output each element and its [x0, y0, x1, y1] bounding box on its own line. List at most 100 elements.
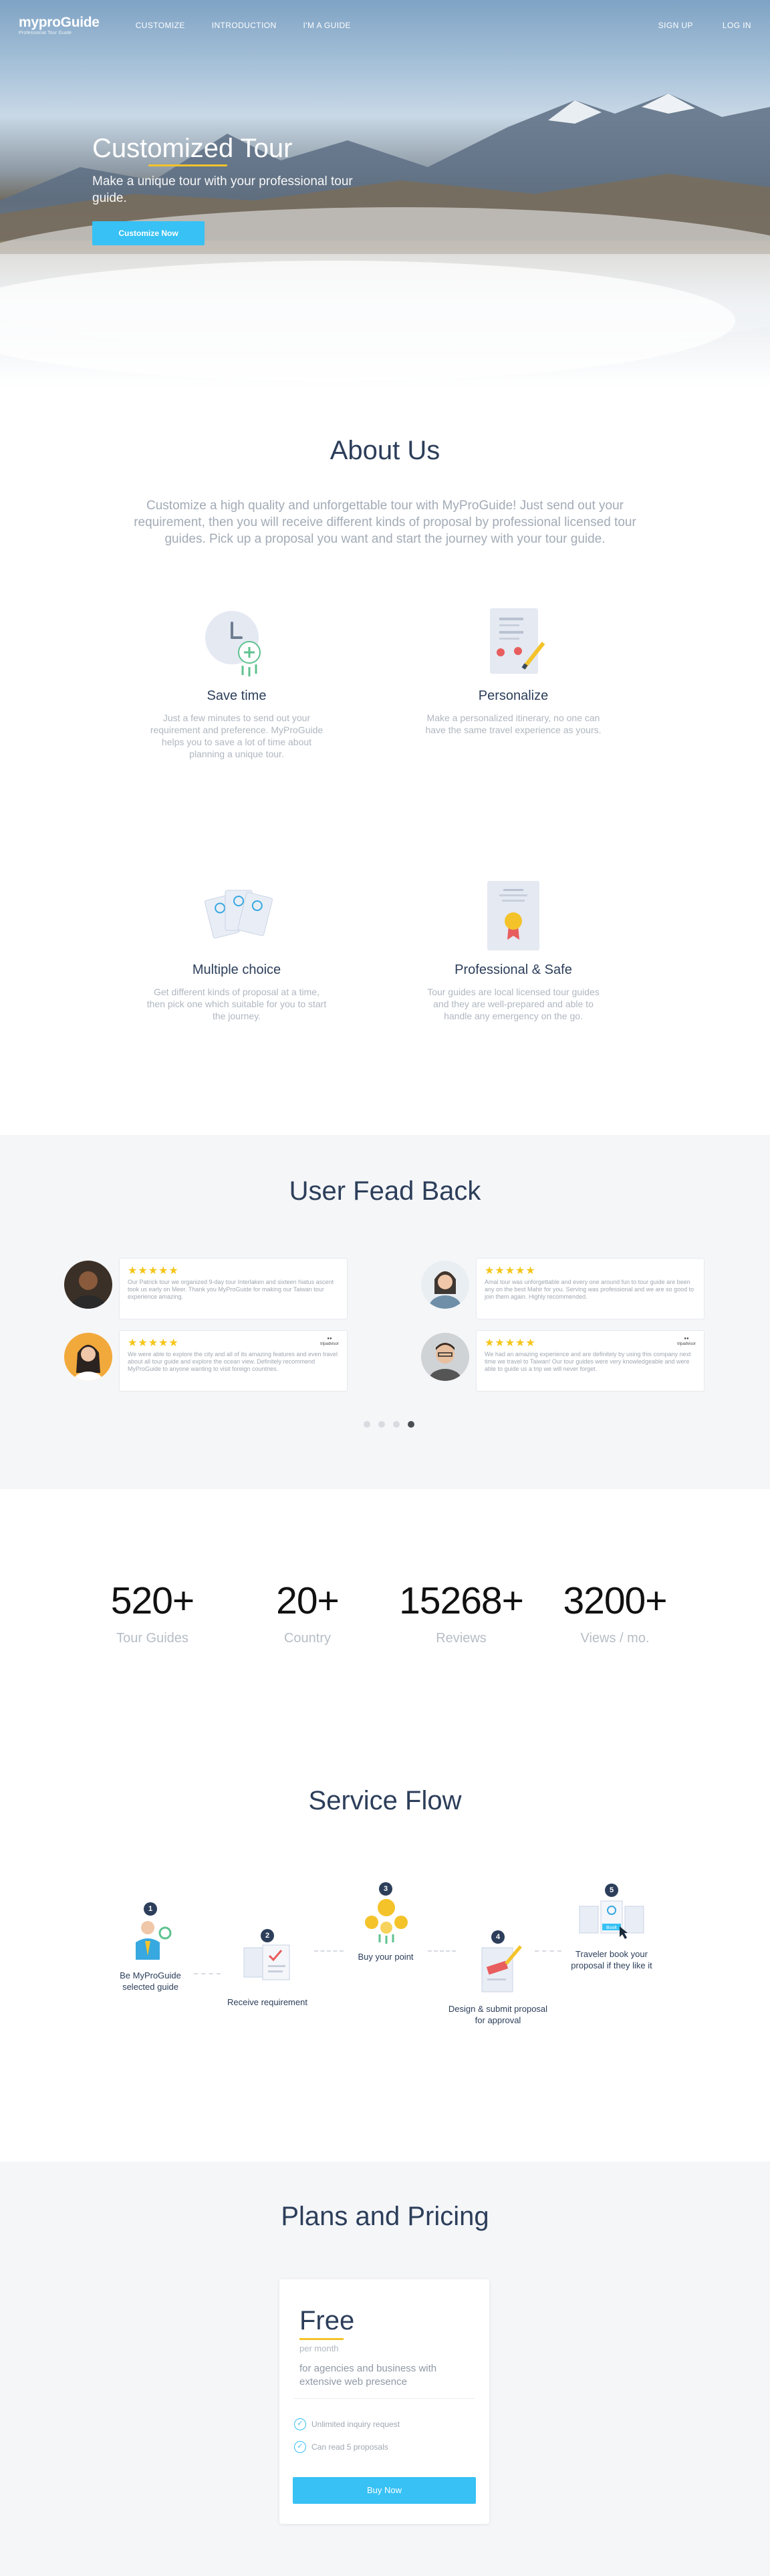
flow-step-1: 1 Be MyProGuide selected guide	[107, 1902, 194, 1992]
review-text: We were able to explore the city and all…	[128, 1351, 338, 1372]
design-submit-icon	[481, 1945, 522, 1992]
plan-period: per month	[299, 2343, 339, 2353]
feature-text: Get different kinds of proposal at a tim…	[146, 987, 327, 1021]
top-nav: myproGuide Professional Tour Guide CUSTO…	[0, 0, 770, 51]
about-description: Customize a high quality and unforgettab…	[134, 499, 636, 546]
buy-now-button[interactable]: Buy Now	[293, 2477, 476, 2504]
plan-description: for agencies and business with extensive…	[299, 2363, 437, 2388]
carousel-pagination	[364, 1421, 414, 1428]
stat-reviews: 15268+ Reviews	[388, 1579, 535, 1646]
about-title: About Us	[330, 436, 440, 465]
logo-text: myproGuide	[19, 15, 100, 30]
plan-feature: ✓ Can read 5 proposals	[294, 2441, 388, 2453]
review-text: Amal tour was unforgettable and every on…	[485, 1279, 694, 1300]
stat-value: 20+	[276, 1579, 340, 1622]
plan-card-free: Free per month for agencies and business…	[279, 2279, 489, 2524]
check-icon: ✓	[294, 2418, 306, 2430]
avatar	[421, 1261, 469, 1309]
certificate-icon	[477, 878, 550, 952]
brand-logo[interactable]: myproGuide Professional Tour Guide	[19, 15, 100, 35]
stat-value: 3200+	[563, 1579, 667, 1622]
service-flow-title: Service Flow	[308, 1786, 462, 1815]
carousel-dot-active[interactable]	[408, 1421, 414, 1428]
nav-link-guide[interactable]: I'M A GUIDE	[303, 21, 351, 30]
stat-label: Tour Guides	[116, 1631, 188, 1646]
review-card: ★★★★★ ●● tripadvisor We had an amazing ex…	[476, 1330, 704, 1392]
flow-step-3: 3 Buy your point	[344, 1882, 428, 1962]
feature-title: Personalize	[478, 688, 549, 703]
nav-link-customize[interactable]: CUSTOMIZE	[136, 21, 185, 30]
pricing-title: Plans and Pricing	[281, 2202, 489, 2231]
flow-connector	[194, 1973, 221, 1974]
rating-stars-icon: ★★★★★	[128, 1265, 179, 1277]
carousel-dot[interactable]	[378, 1421, 385, 1428]
auth-links: SIGN UP LOG IN	[658, 21, 751, 30]
step-label: Traveler book your proposal if they like…	[571, 1949, 652, 1970]
sign-up-link[interactable]: SIGN UP	[658, 21, 693, 30]
rating-stars-icon: ★★★★★	[128, 1337, 179, 1349]
clock-icon	[200, 604, 273, 678]
review-text: We had an amazing experience and are def…	[485, 1351, 691, 1372]
stat-tour-guides: 520+ Tour Guides	[79, 1579, 226, 1646]
tripadvisor-label: tripadvisor	[677, 1342, 696, 1346]
step-label: Receive requirement	[227, 1997, 307, 2007]
title-underline	[148, 164, 227, 166]
review-card: ★★★★★ Amal tour was unforgettable and ev…	[476, 1258, 704, 1319]
proposals-icon	[200, 878, 273, 952]
nav-link-introduction[interactable]: INTRODUCTION	[212, 21, 277, 30]
feature-personalize: Personalize Make a personalized itinerar…	[413, 604, 614, 736]
hero-banner: myproGuide Professional Tour Guide CUSTO…	[0, 0, 770, 388]
feedback-title: User Fead Back	[289, 1176, 481, 1206]
review-card: ★★★★★ Our Patrick tour we organized 9-da…	[119, 1258, 348, 1319]
review-card: ★★★★★ ●● tripadvisor We were able to expl…	[119, 1330, 348, 1392]
avatar	[64, 1333, 112, 1381]
stat-label: Reviews	[436, 1631, 487, 1646]
feature-professional-safe: Professional & Safe Tour guides are loca…	[413, 878, 614, 1022]
plan-feature-text: Unlimited inquiry request	[311, 2420, 400, 2429]
coins-icon	[365, 1899, 408, 1944]
map-itinerary-icon	[477, 604, 550, 678]
rating-stars-icon: ★★★★★	[485, 1265, 536, 1277]
logo-tagline: Professional Tour Guide	[19, 31, 72, 35]
feature-text: Tour guides are local licensed tour guid…	[427, 987, 600, 1021]
nav-links: CUSTOMIZE INTRODUCTION I'M A GUIDE	[136, 21, 351, 30]
feedback-section: User Fead Back ★★★★★ Our Patrick tour we…	[0, 1135, 770, 1489]
step-number: 1	[144, 1902, 157, 1916]
tripadvisor-logo-icon: ●● tripadvisor	[677, 1337, 696, 1346]
feature-title: Professional & Safe	[455, 962, 572, 977]
stat-views: 3200+ Views / mo.	[541, 1579, 688, 1646]
step-label: Design & submit proposal for approval	[448, 2004, 548, 2025]
customize-now-button[interactable]: Customize Now	[92, 221, 205, 245]
flow-connector	[314, 1950, 344, 1952]
step-number: 2	[261, 1929, 274, 1942]
check-icon: ✓	[294, 2441, 306, 2453]
flow-step-4: 4 Design & submit proposal for approval	[448, 1930, 548, 2026]
hero-title-text: Customized Tour	[92, 134, 293, 163]
stat-value: 15268+	[399, 1579, 524, 1622]
step-label: Buy your point	[358, 1952, 414, 1962]
log-in-link[interactable]: LOG IN	[723, 21, 751, 30]
feature-save-time: Save time Just a few minutes to send out…	[136, 604, 337, 760]
tripadvisor-logo-icon: ●● tripadvisor	[320, 1337, 339, 1346]
avatar	[64, 1261, 112, 1309]
step-number: 3	[379, 1882, 392, 1896]
requirement-document-icon	[243, 1944, 290, 1980]
feature-text: Just a few minutes to send out your requ…	[150, 713, 324, 759]
guide-person-icon	[136, 1921, 172, 1960]
book-proposal-icon: Book	[579, 1900, 644, 1939]
hero-title: Customized Tour	[92, 134, 293, 166]
feature-title: Multiple choice	[192, 962, 281, 977]
page: myproGuide Professional Tour Guide CUSTO…	[0, 0, 770, 2576]
stat-country: 20+ Country	[234, 1579, 381, 1646]
plan-name: Free	[299, 2306, 355, 2335]
avatar	[421, 1333, 469, 1381]
carousel-dot[interactable]	[393, 1421, 400, 1428]
hero-content: Customized Tour Make a unique tour with …	[92, 134, 373, 245]
stat-label: Views / mo.	[580, 1631, 650, 1646]
carousel-dot[interactable]	[364, 1421, 370, 1428]
step-number: 5	[605, 1884, 618, 1897]
plan-feature-text: Can read 5 proposals	[311, 2442, 388, 2452]
feature-text: Make a personalized itinerary, no one ca…	[425, 713, 602, 735]
feature-multiple-choice: Multiple choice Get different kinds of p…	[136, 878, 337, 1022]
pricing-section: Plans and Pricing Free per month for age…	[0, 2162, 770, 2576]
